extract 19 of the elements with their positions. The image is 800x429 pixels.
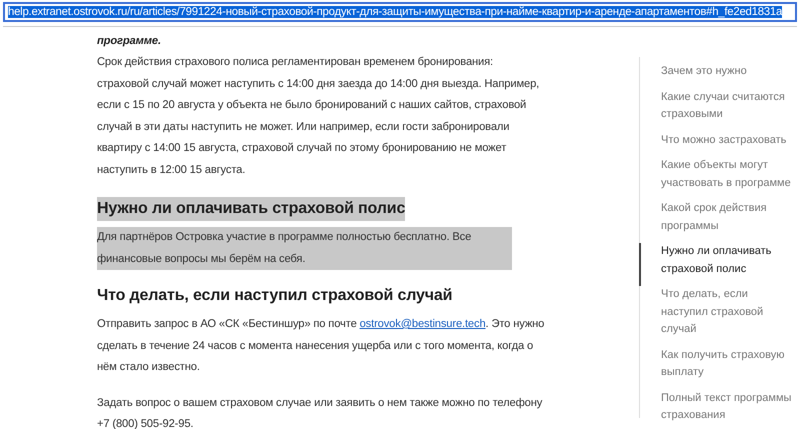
toc-link[interactable]: Какие объекты могут участвовать в программе	[639, 157, 795, 200]
toc-link[interactable]: Что можно застраховать	[639, 132, 795, 157]
section-heading: Что делать, если наступил страховой случай	[97, 286, 452, 306]
paragraph: Для партнёров Островка участие в программе полностью бесплатно. Все финансовые вопросы мы берём на себя.	[97, 227, 512, 270]
toc-link[interactable]: Зачем это нужно	[639, 63, 795, 88]
address-field[interactable]: help.extranet.ostrovok.ru/ru/articles/7991224-новый-страховой-продукт-для-защиты-имущества-при-найме-квартир-и-аренде-апартаментов#h_fe2ed1831a	[3, 2, 797, 22]
toc-link[interactable]: Как получить страховую выплату	[639, 346, 795, 390]
lead-text: программе.	[97, 34, 162, 49]
toc-link[interactable]: Нужно ли оплачивать страховой полис	[639, 243, 795, 286]
toc-link[interactable]: Что делать, если наступил страховой случай	[639, 286, 795, 346]
section-heading: Нужно ли оплачивать страховой полис	[97, 197, 406, 221]
paragraph: Срок действия страхового полиса регламентирован временем бронирования: страховой случай может наступить с 14:00 дня заезда до 14:00 дня выезда. Например, если с 15 по 20 августа у объекта не было бронирований с наших сайтов, страховой случай в эти даты наступить не может. Или например, если гости забронировали квартиру с 14:00 15 августа, страховой случай по этому бронированию не может наступить в 12:00 15 августа.	[97, 55, 540, 178]
paragraph: Отправить запрос в АО «СК «Бестиншур» по почте ostrovok@bestinsure.tech. Это нужно сделать в течение 24 часов с момента нанесения ущерба или с того момента, когда о нём стало известно.	[97, 317, 546, 375]
toc-link[interactable]: Какие случаи считаются страховыми	[639, 88, 795, 132]
toc-link[interactable]: Полный текст программы страхования	[639, 390, 795, 429]
paragraph: Задать вопрос о вашем страховом случае или заявить о нем также можно по телефону +7 (800) 505-92-95.	[97, 396, 544, 429]
url-text: help.extranet.ostrovok.ru/ru/articles/7991224-новый-страховой-продукт-для-защиты-имущества-при-найме-квартир-и-аренде-апартаментов#h_fe2ed1831a	[8, 6, 782, 18]
email-link[interactable]: ostrovok@bestinsure.tech	[360, 318, 486, 330]
toc-link[interactable]: Какой срок действия программы	[639, 200, 795, 243]
